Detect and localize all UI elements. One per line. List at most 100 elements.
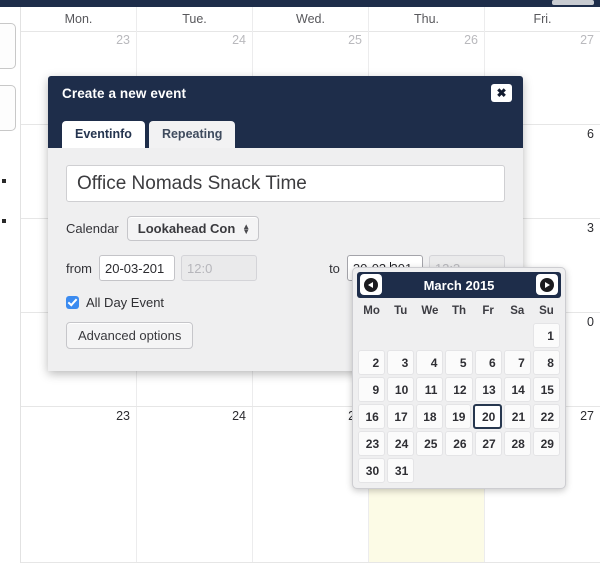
event-title-input[interactable]	[66, 165, 505, 202]
tab-repeating[interactable]: Repeating	[148, 121, 236, 148]
datepicker-day[interactable]: 9	[358, 377, 386, 402]
datepicker-empty-cell	[387, 323, 414, 348]
app-navbar	[0, 0, 600, 7]
prev-month-circle	[364, 277, 378, 292]
calendar-day-number: 3	[587, 221, 594, 235]
datepicker-day[interactable]: 17	[386, 404, 414, 429]
calendar-select[interactable]: Lookahead Con ▲ ▼	[126, 216, 260, 241]
datepicker-empty-cell	[445, 458, 472, 483]
chevron-left-icon[interactable]	[360, 274, 382, 295]
datepicker-day[interactable]: 20	[473, 404, 503, 429]
datepicker-day[interactable]: 23	[358, 431, 386, 456]
datepicker-day-grid: 1 2 3 4 5 6 7 8 9 10 11 12 13 14 15 16 17 18 19 20 21 22 23 24 2…	[357, 322, 561, 484]
advanced-options-button[interactable]: Advanced options	[66, 322, 194, 349]
datepicker-day[interactable]: 25	[416, 431, 444, 456]
datepicker-day[interactable]: 22	[533, 404, 561, 429]
datepicker-day[interactable]: 8	[532, 350, 560, 375]
calendar-label: Calendar	[66, 221, 119, 236]
datepicker-weekday-tu: Tu	[394, 305, 408, 317]
datepicker-empty-cell	[445, 323, 472, 348]
datepicker-header: March 2015	[357, 272, 561, 298]
datepicker-day[interactable]: 2	[358, 350, 386, 375]
calendar-day-number: 6	[587, 127, 594, 141]
from-time-input[interactable]: 12:0	[181, 255, 258, 281]
datepicker-week: 16 17 18 19 20 21 22	[357, 403, 561, 430]
datepicker-weekday-sa: Sa	[510, 305, 525, 317]
close-icon[interactable]: ✖	[491, 84, 512, 102]
calendar-day-number: 0	[587, 315, 594, 329]
datepicker-day[interactable]: 16	[358, 404, 385, 429]
datepicker-week: 30 31	[357, 457, 561, 484]
select-arrows-icon: ▲ ▼	[242, 221, 251, 236]
calendar-day-cell[interactable]: 24	[137, 407, 253, 562]
modal-header: Create a new event ✖	[48, 76, 523, 121]
datepicker-day[interactable]: 14	[503, 377, 531, 402]
datepicker-day[interactable]: 29	[532, 431, 560, 456]
datepicker-day[interactable]: 19	[444, 404, 472, 429]
calendar-day-number: 24	[232, 33, 246, 47]
datepicker-day[interactable]: 3	[387, 350, 415, 375]
datepicker-day[interactable]: 6	[474, 350, 502, 375]
datepicker-empty-cell	[533, 458, 560, 483]
left-sidebar-rail	[0, 7, 21, 563]
datepicker-day[interactable]: 18	[415, 404, 443, 429]
calendar-day-number: 27	[580, 33, 594, 47]
datepicker-day[interactable]: 21	[504, 404, 532, 429]
datepicker-day[interactable]: 26	[445, 431, 473, 456]
datepicker-day[interactable]: 1	[532, 323, 560, 348]
allday-checkbox[interactable]	[66, 296, 79, 309]
datepicker-day[interactable]: 5	[445, 350, 473, 375]
datepicker-day[interactable]: 31	[387, 458, 415, 483]
calendar-weekday-4: Fri.	[533, 12, 552, 26]
datepicker-popup: March 2015 Mo Tu We Th Fr Sa Su 1 2 3 4 5 6 7 8 9 10 11 1…	[352, 267, 566, 489]
navbar-right-chip[interactable]	[552, 0, 594, 5]
datepicker-empty-cell	[504, 323, 531, 348]
datepicker-empty-cell	[504, 458, 531, 483]
from-label: from	[66, 260, 92, 276]
calendar-day-number: 26	[464, 33, 478, 47]
datepicker-empty-cell	[416, 458, 443, 483]
datepicker-day[interactable]: 13	[474, 377, 502, 402]
datepicker-day[interactable]: 30	[358, 458, 386, 483]
datepicker-day[interactable]: 11	[416, 377, 444, 402]
datepicker-day[interactable]: 10	[387, 377, 415, 402]
calendar-day-number: 24	[232, 409, 246, 423]
rail-marker-1	[2, 179, 6, 183]
datepicker-weekday-mo: Mo	[363, 305, 380, 317]
rail-widget-1[interactable]	[0, 23, 16, 69]
datepicker-day[interactable]: 28	[503, 431, 531, 456]
datepicker-day[interactable]: 27	[474, 431, 502, 456]
rail-marker-2	[2, 219, 6, 223]
datepicker-day[interactable]: 15	[532, 377, 560, 402]
calendar-weekday-header: Mon. Tue. Wed. Thu. Fri.	[21, 7, 600, 32]
calendar-weekday-3: Thu.	[369, 7, 485, 31]
chevron-right-icon[interactable]	[536, 274, 558, 295]
datepicker-empty-cell	[416, 323, 443, 348]
datepicker-day[interactable]: 4	[416, 350, 444, 375]
from-date-input[interactable]: 20-03-201	[99, 255, 176, 281]
calendar-day-number: 25	[348, 33, 362, 47]
datepicker-week: 2345678	[357, 349, 561, 376]
datepicker-weekday-fr: Fr	[482, 305, 494, 317]
calendar-day-cell[interactable]: 23	[21, 407, 137, 562]
modal-title: Create a new event	[62, 86, 187, 101]
datepicker-week: 9 10 11 12 13 14 15	[357, 376, 561, 403]
to-label: to	[329, 260, 340, 276]
datepicker-empty-cell	[475, 323, 502, 348]
datepicker-empty-cell	[475, 458, 502, 483]
datepicker-week: 1	[357, 322, 561, 349]
modal-tablist: Eventinfo Repeating	[48, 121, 523, 148]
tab-eventinfo[interactable]: Eventinfo	[62, 121, 145, 148]
calendar-weekday-0: Mon.	[21, 7, 137, 31]
calendar-day-number: 27	[580, 409, 594, 423]
datepicker-weekdays: Mo Tu We Th Fr Sa Su	[357, 301, 561, 322]
datepicker-day[interactable]: 7	[503, 350, 531, 375]
datepicker-weekday-th: Th	[451, 305, 467, 317]
next-month-circle	[540, 277, 554, 292]
datepicker-empty-cell	[358, 323, 385, 348]
prev-arrow-glyph	[368, 281, 373, 288]
datepicker-day[interactable]: 24	[387, 431, 415, 456]
rail-widget-2[interactable]	[0, 85, 16, 131]
datepicker-day[interactable]: 12	[445, 377, 473, 402]
calendar-day-number: 23	[116, 33, 130, 47]
